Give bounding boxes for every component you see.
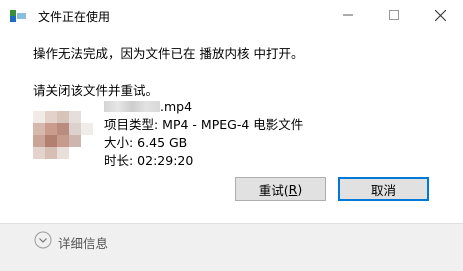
cancel-button[interactable]: 取消 bbox=[338, 177, 429, 201]
cancel-label: 取消 bbox=[370, 182, 396, 198]
minimize-button[interactable] bbox=[325, 0, 371, 30]
file-thumbnail bbox=[33, 107, 93, 163]
file-in-use-dialog: 文件正在使用 操作无法完成，因为文件已在 播放内核 中打开。 请关闭该文件并重试… bbox=[0, 0, 463, 271]
file-extension: .mp4 bbox=[160, 99, 193, 114]
title-bar[interactable]: 文件正在使用 bbox=[0, 0, 463, 30]
chevron-down-icon[interactable] bbox=[34, 231, 52, 249]
file-duration: 时长: 02:29:20 bbox=[104, 153, 194, 168]
retry-label: 重试( bbox=[258, 182, 289, 198]
file-in-use-icon bbox=[10, 10, 26, 22]
retry-access-key: R bbox=[288, 181, 298, 197]
file-info: .mp4 项目类型: MP4 - MPEG-4 电影文件 大小: 6.45 GB… bbox=[104, 98, 303, 170]
maximize-button[interactable] bbox=[371, 0, 417, 30]
file-type: 项目类型: MP4 - MPEG-4 电影文件 bbox=[104, 117, 304, 132]
window-title: 文件正在使用 bbox=[38, 10, 111, 24]
file-name: .mp4 bbox=[104, 98, 303, 116]
retry-button[interactable]: 重试(R) bbox=[235, 177, 326, 201]
error-message: 操作无法完成，因为文件已在 播放内核 中打开。 bbox=[33, 46, 304, 61]
close-button[interactable] bbox=[417, 0, 463, 30]
redacted-file-name bbox=[104, 101, 160, 112]
instruction-message: 请关闭该文件并重试。 bbox=[33, 83, 159, 98]
retry-label-close: ) bbox=[297, 181, 303, 197]
minimize-icon bbox=[343, 14, 353, 16]
close-icon bbox=[434, 9, 446, 21]
maximize-icon bbox=[389, 10, 399, 20]
details-toggle[interactable]: 详细信息 bbox=[58, 233, 108, 252]
file-size: 大小: 6.45 GB bbox=[104, 135, 188, 150]
